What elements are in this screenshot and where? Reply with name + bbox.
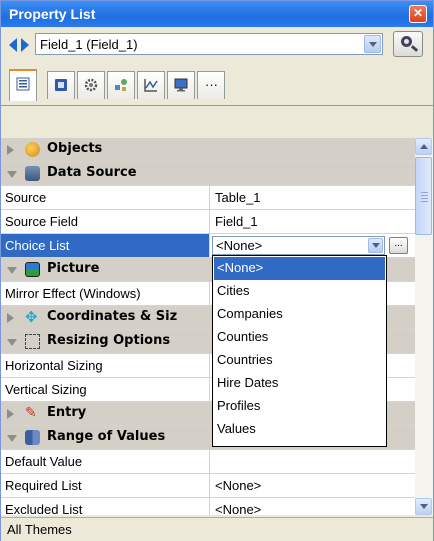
property-name: Vertical Sizing xyxy=(5,382,87,397)
tab-all-properties[interactable] xyxy=(9,69,37,101)
property-name: Mirror Effect (Windows) xyxy=(5,286,141,301)
dropdown-option[interactable]: Cities xyxy=(214,280,385,303)
category-objects[interactable]: Objects xyxy=(1,138,415,162)
dropdown-option[interactable]: Values xyxy=(214,418,385,441)
property-value[interactable]: <None> xyxy=(215,502,261,515)
find-object-button[interactable] xyxy=(393,31,423,57)
tab-data[interactable] xyxy=(47,71,75,99)
property-name: Horizontal Sizing xyxy=(5,358,103,373)
chevron-down-icon[interactable] xyxy=(364,35,381,53)
database-icon xyxy=(25,166,40,181)
category-label: Resizing Options xyxy=(47,333,171,348)
range-values-icon xyxy=(25,430,40,445)
move-arrows-icon: ✥ xyxy=(25,308,38,326)
collapse-arrow-icon[interactable] xyxy=(7,267,17,274)
choice-list-dropdown[interactable]: <None> Cities Companies Counties Countri… xyxy=(212,255,387,447)
gear-icon xyxy=(84,78,98,92)
property-row-source[interactable]: Source Table_1 xyxy=(1,186,415,210)
property-row-source-field[interactable]: Source Field Field_1 xyxy=(1,210,415,234)
status-bar: All Themes xyxy=(1,517,433,541)
property-name: Excluded List xyxy=(5,502,83,515)
property-value[interactable]: Field_1 xyxy=(215,214,258,229)
display-icon xyxy=(174,78,188,92)
category-label: Data Source xyxy=(47,165,137,180)
dropdown-option[interactable]: Companies xyxy=(214,303,385,326)
dropdown-option[interactable]: Counties xyxy=(214,326,385,349)
property-name: Default Value xyxy=(5,454,83,469)
vertical-scrollbar[interactable] xyxy=(415,138,433,515)
choice-list-combo[interactable]: <None> xyxy=(212,236,385,255)
object-selector-row: Field_1 (Field_1) xyxy=(1,27,433,63)
category-tabs: ··· xyxy=(1,65,433,105)
chart-icon xyxy=(144,79,158,92)
objects-category-icon xyxy=(25,142,40,157)
dropdown-option[interactable]: <None> xyxy=(214,257,385,280)
collapse-arrow-icon[interactable] xyxy=(7,171,17,178)
navigate-arrows-icon[interactable] xyxy=(9,38,33,52)
status-text: All Themes xyxy=(7,522,72,537)
category-label: Entry xyxy=(47,405,87,420)
category-label: Picture xyxy=(47,261,100,276)
category-label: Coordinates & Siz xyxy=(47,309,178,324)
category-data-source[interactable]: Data Source xyxy=(1,162,415,186)
expand-arrow-icon[interactable] xyxy=(7,409,14,419)
chevron-down-icon[interactable] xyxy=(368,238,383,253)
tab-objects[interactable] xyxy=(107,71,135,99)
object-selector-value: Field_1 (Field_1) xyxy=(40,37,138,52)
all-properties-icon xyxy=(16,77,30,91)
tab-chart[interactable] xyxy=(137,71,165,99)
choice-list-value: <None> xyxy=(216,238,263,253)
property-row-excluded-list[interactable]: Excluded List <None> xyxy=(1,498,415,515)
property-row-default-value[interactable]: Default Value xyxy=(1,450,415,474)
ellipsis-button[interactable]: ... xyxy=(389,237,408,254)
entry-icon: ✎ xyxy=(25,405,37,421)
property-row-required-list[interactable]: Required List <None> xyxy=(1,474,415,498)
window-title: Property List xyxy=(9,6,96,22)
picture-icon xyxy=(25,262,40,277)
property-value[interactable]: <None> xyxy=(215,478,261,493)
expand-arrow-icon[interactable] xyxy=(7,313,14,323)
more-icon: ··· xyxy=(205,77,218,92)
objects-icon xyxy=(115,79,127,91)
property-name: Required List xyxy=(5,478,82,493)
tab-settings[interactable] xyxy=(77,71,105,99)
resize-icon xyxy=(25,334,40,349)
dropdown-option[interactable]: Profiles xyxy=(214,395,385,418)
collapse-arrow-icon[interactable] xyxy=(7,435,17,442)
property-value[interactable]: Table_1 xyxy=(215,190,261,205)
category-label: Range of Values xyxy=(47,429,166,444)
object-selector-dropdown[interactable]: Field_1 (Field_1) xyxy=(35,33,383,55)
dropdown-option[interactable]: Hire Dates xyxy=(214,372,385,395)
scroll-thumb[interactable] xyxy=(415,157,432,235)
tab-more[interactable]: ··· xyxy=(197,71,225,99)
scroll-up-button[interactable] xyxy=(415,138,432,155)
title-bar: Property List ✕ xyxy=(1,1,433,27)
data-icon xyxy=(55,79,67,91)
property-name: Source Field xyxy=(5,214,78,229)
magnifier-icon xyxy=(401,36,412,47)
property-name: Source xyxy=(5,190,47,205)
property-list-panel: Property List ✕ Field_1 (Field_1) ··· Ob… xyxy=(0,0,434,541)
tab-display[interactable] xyxy=(167,71,195,99)
close-button[interactable]: ✕ xyxy=(409,5,427,23)
collapse-arrow-icon[interactable] xyxy=(7,339,17,346)
scroll-down-button[interactable] xyxy=(415,498,432,515)
property-name: Choice List xyxy=(5,238,70,253)
expand-arrow-icon[interactable] xyxy=(7,145,14,155)
category-label: Objects xyxy=(47,141,103,156)
dropdown-option[interactable]: Countries xyxy=(214,349,385,372)
